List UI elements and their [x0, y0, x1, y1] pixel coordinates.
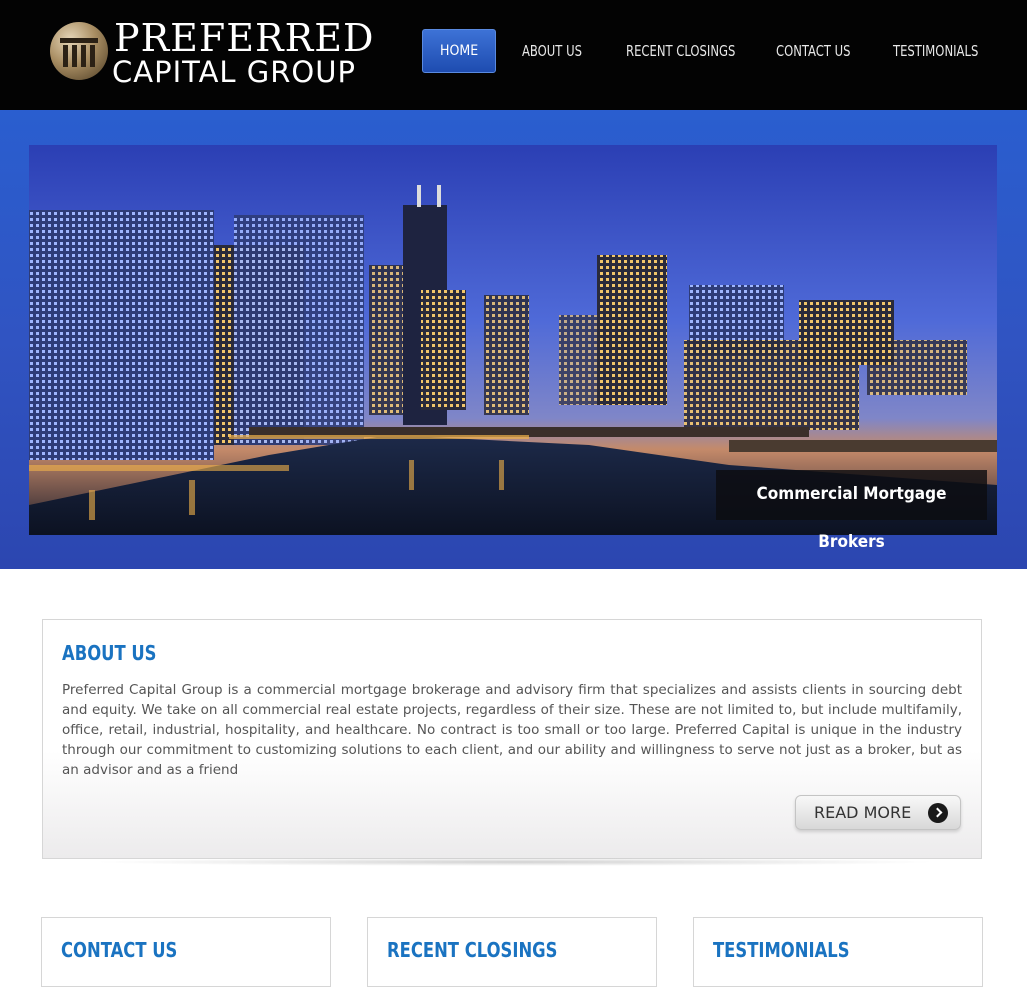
nav-contact-us[interactable]: CONTACT US — [776, 29, 850, 73]
contact-us-card-title[interactable]: CONTACT US — [61, 938, 177, 962]
column-logo-icon — [50, 22, 108, 80]
logo-text-line1: PREFERRED — [114, 16, 375, 60]
recent-closings-card-title[interactable]: RECENT CLOSINGS — [387, 938, 557, 962]
testimonials-card-title[interactable]: TESTIMONIALS — [713, 938, 850, 962]
site-header: PREFERRED CAPITAL GROUP HOME ABOUT US RE… — [0, 0, 1027, 110]
nav-home[interactable]: HOME — [422, 29, 497, 73]
hero-caption-text: Commercial Mortgage Brokers — [756, 484, 947, 552]
read-more-label: READ MORE — [814, 803, 912, 822]
about-shadow — [90, 858, 940, 866]
testimonials-card: TESTIMONIALS — [693, 917, 983, 987]
read-more-button[interactable]: READ MORE — [795, 795, 961, 830]
nav-recent-closings[interactable]: RECENT CLOSINGS — [626, 29, 735, 73]
hero-caption: Commercial Mortgage Brokers — [716, 470, 987, 552]
site-logo[interactable]: PREFERRED CAPITAL GROUP — [50, 16, 390, 90]
about-title: ABOUT US — [62, 641, 157, 665]
about-text: Preferred Capital Group is a commercial … — [62, 682, 962, 778]
chevron-right-icon — [928, 803, 948, 823]
contact-us-card: CONTACT US — [41, 917, 331, 987]
about-section: ABOUT US Preferred Capital Group is a co… — [42, 619, 982, 859]
nav-testimonials[interactable]: TESTIMONIALS — [893, 29, 978, 73]
nav-about-us[interactable]: ABOUT US — [522, 29, 582, 73]
logo-text-line2: CAPITAL GROUP — [112, 55, 356, 89]
recent-closings-card: RECENT CLOSINGS — [367, 917, 657, 987]
